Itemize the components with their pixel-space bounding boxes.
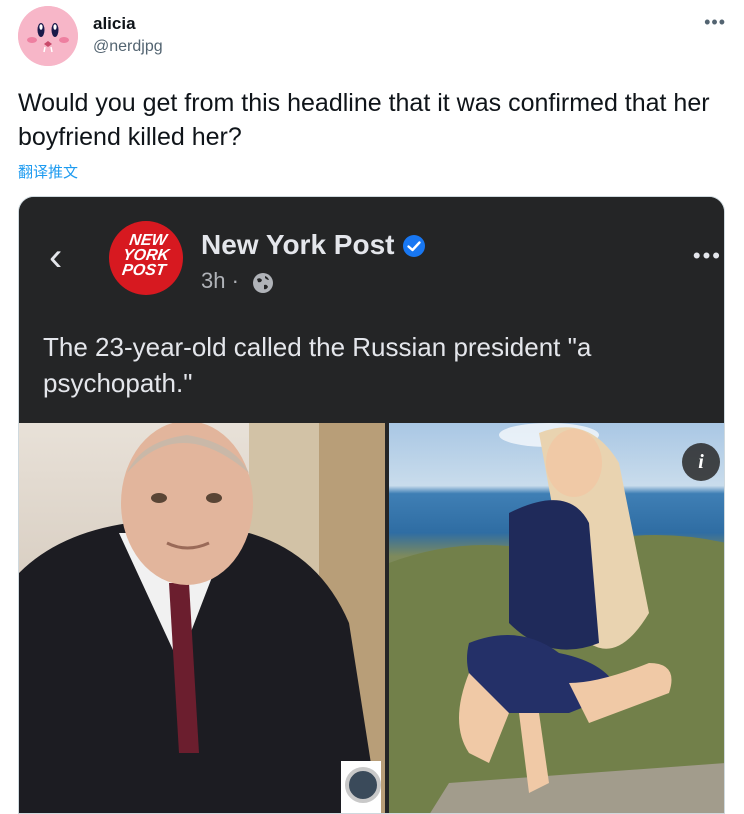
back-arrow-icon: ‹ [49, 235, 63, 279]
post-time: 3h · [201, 268, 239, 293]
avatar[interactable] [18, 6, 78, 66]
logo-line-1: NEW [128, 232, 168, 249]
kirby-avatar-icon [18, 6, 78, 66]
author-handle[interactable]: @nerdjpg [93, 38, 163, 56]
logo-line-2: YORK [121, 247, 171, 264]
man-in-suit-photo-icon [19, 423, 385, 813]
post-more-options-icon: ••• [692, 243, 722, 268]
nypost-logo: NEW YORK POST [109, 221, 183, 295]
translate-tweet-link[interactable]: 翻译推文 [18, 161, 78, 182]
logo-line-3: POST [120, 262, 167, 279]
tweet-text: Would you get from this headline that it… [18, 89, 710, 151]
tweet-header: alicia @nerdjpg ••• [18, 6, 726, 70]
photo-left [19, 423, 385, 813]
tweet-more-options-icon[interactable]: ••• [704, 12, 726, 33]
embedded-post-header: ‹ NEW YORK POST New York Post 3h · ••• T… [19, 197, 724, 423]
verified-badge-icon [403, 235, 425, 257]
photo-right: i [389, 423, 724, 813]
tweet-media-image[interactable]: ‹ NEW YORK POST New York Post 3h · ••• T… [18, 196, 725, 814]
author-name[interactable]: alicia [93, 14, 136, 34]
globe-icon [253, 273, 273, 293]
post-caption: The 23-year-old called the Russian presi… [43, 332, 592, 398]
info-icon: i [682, 443, 720, 481]
page-name: New York Post [201, 229, 395, 260]
woman-on-rocks-photo-icon [389, 423, 724, 813]
